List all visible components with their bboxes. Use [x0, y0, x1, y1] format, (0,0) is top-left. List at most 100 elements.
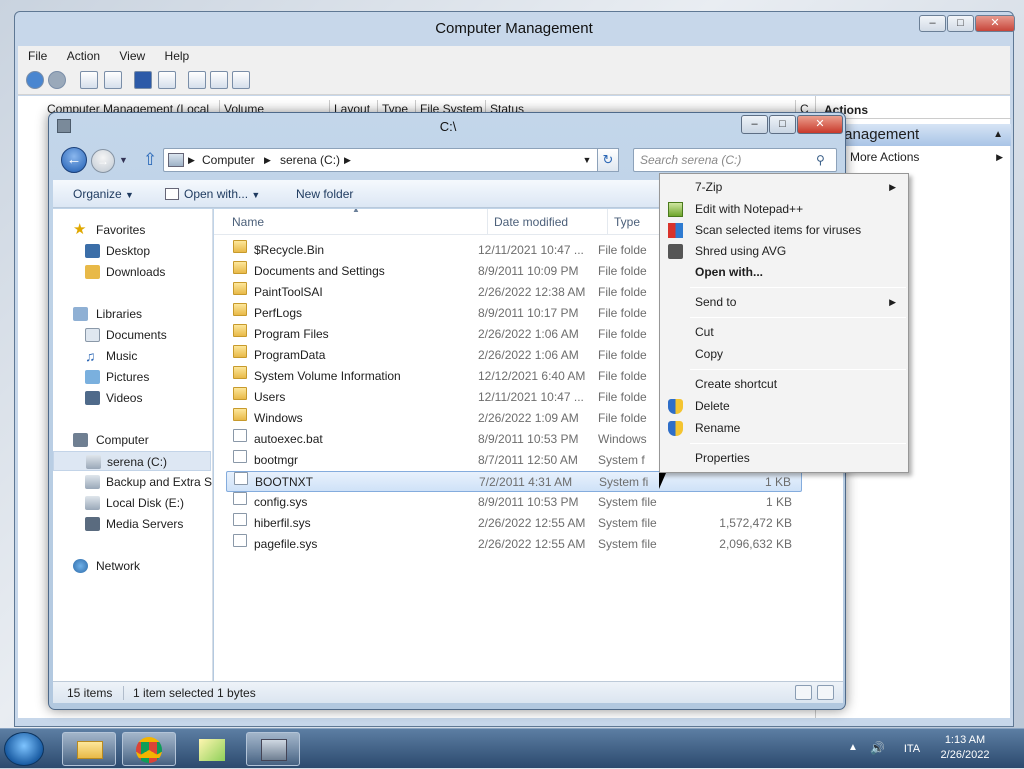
explorer-minimize-button[interactable]: – [741, 115, 768, 134]
menu-view[interactable]: View [113, 46, 151, 66]
menu-item-edit-notepad[interactable]: Edit with Notepad++ [662, 199, 906, 220]
nav-pictures[interactable]: Pictures [53, 367, 212, 387]
drive-icon [86, 455, 101, 469]
nav-local-e-label: Local Disk (E:) [106, 496, 185, 510]
nav-libraries[interactable]: Libraries [53, 304, 212, 324]
open-with-icon [165, 188, 179, 200]
file-date: 12/12/2021 6:40 AM [478, 369, 586, 383]
nav-music[interactable]: ♫ Music [53, 346, 212, 366]
menu-item-create-shortcut[interactable]: Create shortcut [662, 374, 906, 395]
up-arrow-icon[interactable]: ⇧ [143, 151, 159, 169]
file-icon [233, 450, 247, 463]
open-with-button[interactable]: Open with... ▼ [184, 180, 260, 208]
menu-item-shortcut-label: Create shortcut [695, 377, 778, 391]
menu-help[interactable]: Help [159, 46, 196, 66]
menu-item-shred-avg[interactable]: Shred using AVG [662, 241, 906, 262]
explorer-maximize-button[interactable]: □ [769, 115, 796, 134]
help-icon[interactable] [134, 71, 152, 89]
nav-downloads[interactable]: Downloads [53, 262, 212, 282]
menu-item-open-with[interactable]: Open with... [662, 262, 906, 283]
large-icons-view-icon[interactable] [817, 685, 834, 700]
address-bar[interactable]: ▶ Computer ▶ serena (C:) ▶ ▼ [163, 148, 613, 172]
clock[interactable]: 1:13 AM 2/26/2022 [930, 733, 1000, 763]
avg-scan-icon [668, 223, 683, 238]
search-input[interactable]: Search serena (C:) [640, 149, 741, 171]
address-dropdown-icon[interactable]: ▼ [580, 149, 594, 171]
taskbar-computer-management-button[interactable] [246, 732, 300, 766]
nav-desktop[interactable]: Desktop [53, 241, 212, 261]
organize-button[interactable]: Organize ▼ [73, 180, 134, 208]
cm-window-title: Computer Management [435, 20, 593, 37]
forward-button[interactable]: → [91, 149, 115, 173]
drive-icon [85, 475, 100, 489]
collapse-icon[interactable]: ▲ [993, 124, 1003, 146]
start-button[interactable] [4, 732, 44, 766]
properties-icon[interactable] [210, 71, 228, 89]
recent-pages-dropdown[interactable]: ▼ [119, 153, 129, 167]
table-row[interactable]: BOOTNXT 7/2/2011 4:31 AM System fi 1 KB [226, 471, 802, 492]
menu-item-rename[interactable]: Rename [662, 418, 906, 439]
explorer-close-button[interactable]: ✕ [797, 115, 843, 134]
breadcrumb-separator-icon[interactable]: ▶ [188, 149, 195, 171]
menu-item-delete[interactable]: Delete [662, 396, 906, 417]
menu-item-scan-label: Scan selected items for viruses [695, 223, 862, 237]
new-folder-button[interactable]: New folder [296, 180, 353, 208]
nav-serena-drive[interactable]: serena (C:) [53, 451, 211, 471]
show-hide-tree-icon[interactable] [104, 71, 122, 89]
col-date-modified[interactable]: Date modified [488, 209, 608, 235]
menu-item-properties[interactable]: Properties [662, 448, 906, 469]
nav-backup-drive[interactable]: Backup and Extra St [53, 472, 212, 492]
search-box[interactable]: Search serena (C:) ⚲ [633, 148, 837, 172]
music-icon: ♫ [85, 348, 96, 364]
up-folder-icon[interactable] [80, 71, 98, 89]
menu-item-copy[interactable]: Copy [662, 344, 906, 365]
language-indicator[interactable]: ITA [898, 729, 926, 769]
forward-arrow-icon[interactable] [48, 71, 66, 89]
nav-computer[interactable]: Computer [53, 430, 212, 450]
breadcrumb-separator-icon[interactable]: ▶ [264, 149, 271, 171]
volume-icon[interactable]: 🔊 [870, 741, 885, 755]
downloads-folder-icon [85, 265, 100, 279]
action-pane-icon[interactable] [158, 71, 176, 89]
taskbar-chrome-button[interactable] [122, 732, 176, 766]
refresh-button[interactable]: ↻ [597, 148, 619, 172]
table-row[interactable]: config.sys 8/9/2011 10:53 PM System file 1 … [226, 492, 802, 513]
nav-favorites[interactable]: ★ Favorites [53, 220, 212, 240]
cm-minimize-button[interactable]: – [919, 15, 946, 32]
nav-media-servers[interactable]: Media Servers [53, 514, 212, 534]
nav-local-e[interactable]: Local Disk (E:) [53, 493, 212, 513]
table-row[interactable]: hiberfil.sys 2/26/2022 12:55 AM System fil… [226, 513, 802, 534]
file-type: System file [598, 537, 657, 551]
menu-action[interactable]: Action [61, 46, 106, 66]
clock-time: 1:13 AM [944, 734, 986, 746]
file-name: Users [254, 390, 286, 404]
back-button[interactable]: ← [61, 147, 87, 173]
refresh-icon[interactable] [188, 71, 206, 89]
cm-close-button[interactable]: ✕ [975, 15, 1015, 32]
menu-item-scan-viruses[interactable]: Scan selected items for viruses [662, 220, 906, 241]
details-view-icon[interactable] [795, 685, 812, 700]
menu-file[interactable]: File [22, 46, 53, 66]
breadcrumb-serena[interactable]: serena (C:) [280, 149, 340, 171]
folder-icon [233, 345, 247, 358]
taskbar-explorer-button[interactable] [62, 732, 116, 766]
nav-network[interactable]: Network [53, 556, 212, 576]
breadcrumb-separator-icon[interactable]: ▶ [344, 149, 351, 171]
menu-item-7zip[interactable]: 7-Zip ▶ [662, 177, 906, 198]
table-row[interactable]: pagefile.sys 2/26/2022 12:55 AM System fil… [226, 534, 802, 555]
menu-item-cut[interactable]: Cut [662, 322, 906, 343]
back-arrow-icon[interactable] [26, 71, 44, 89]
menu-item-send-to[interactable]: Send to ▶ [662, 292, 906, 313]
open-with-label: Open with... [184, 187, 249, 201]
file-name: pagefile.sys [254, 537, 318, 551]
export-icon[interactable] [232, 71, 250, 89]
nav-videos[interactable]: Videos [53, 388, 212, 408]
search-icon[interactable]: ⚲ [816, 153, 830, 167]
file-type: File folde [598, 285, 647, 299]
cm-maximize-button[interactable]: □ [947, 15, 974, 32]
nav-pictures-label: Pictures [106, 370, 150, 384]
nav-documents[interactable]: Documents [53, 325, 212, 345]
breadcrumb-computer[interactable]: Computer [202, 149, 255, 171]
tray-expand-icon[interactable]: ▲ [848, 742, 858, 753]
taskbar-app-button[interactable] [184, 732, 238, 766]
